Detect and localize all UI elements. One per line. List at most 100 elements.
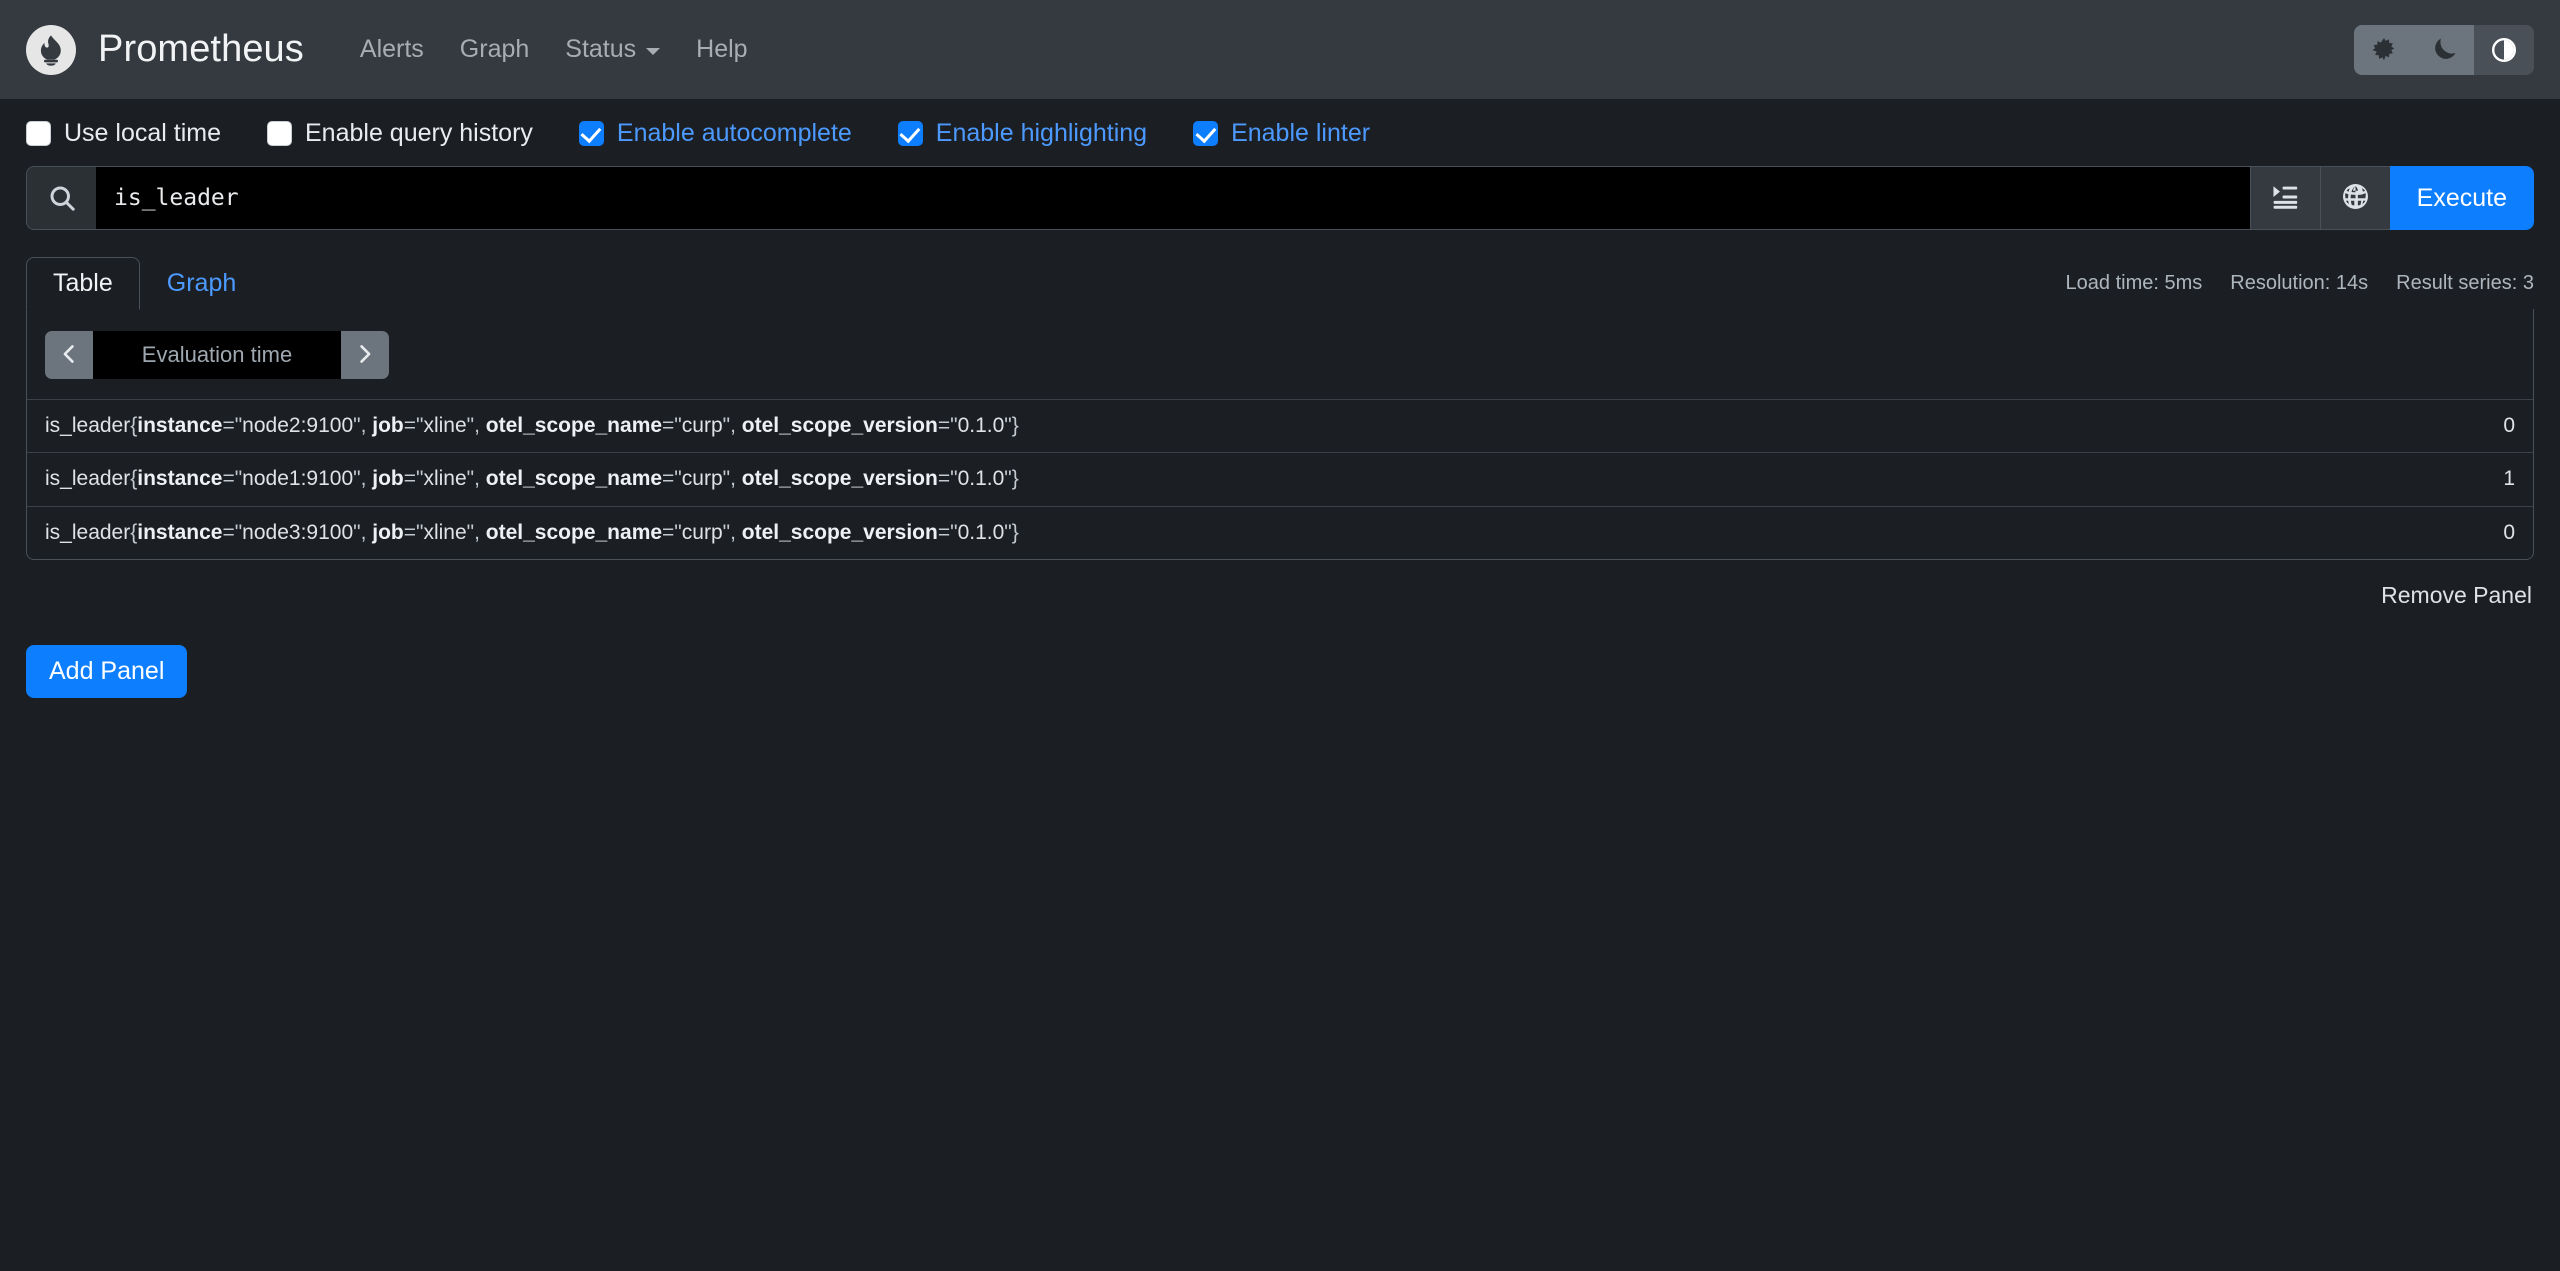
option-use-local-time[interactable]: Use local time xyxy=(26,121,221,146)
panel-inner: is_leader{instance="node2:9100", job="xl… xyxy=(27,309,2533,559)
label-value: xline xyxy=(423,414,467,437)
query-result-panel: is_leader{instance="node2:9100", job="xl… xyxy=(26,309,2534,560)
query-input-group: Execute xyxy=(26,166,2534,230)
option-enable-autocomplete[interactable]: Enable autocomplete xyxy=(578,119,852,147)
stat-resolution: Resolution: 14s xyxy=(2230,272,2369,294)
stat-load-time: Load time: 5ms xyxy=(2065,272,2203,294)
auto-theme-button[interactable] xyxy=(2474,24,2534,75)
result-value: 0 xyxy=(2413,505,2533,559)
option-enable-linter-label: Enable linter xyxy=(1231,119,1371,147)
label-name: job xyxy=(372,414,404,437)
nav-item-alerts: Alerts xyxy=(342,27,442,72)
brand-title: Prometheus xyxy=(98,28,304,70)
metric-name: is_leader xyxy=(45,414,131,437)
nav-links: Alerts Graph Status Help xyxy=(342,27,766,72)
label-value: xline xyxy=(423,520,467,544)
label-name: job xyxy=(372,467,404,491)
metric-name: is_leader xyxy=(45,520,131,544)
label-value: xline xyxy=(423,467,467,491)
nav-item-status: Status xyxy=(547,27,678,72)
option-enable-query-history-label: Enable query history xyxy=(305,119,533,147)
query-expression-input[interactable] xyxy=(96,166,2250,230)
query-options-row: Use local time Enable query history Enab… xyxy=(26,99,2534,166)
label-name: instance xyxy=(137,520,223,544)
label-name: instance xyxy=(137,467,223,491)
label-value: curp xyxy=(681,467,723,491)
moon-icon xyxy=(2432,37,2456,62)
result-tab-bar: Table Graph Load time: 5ms Resolution: 1… xyxy=(26,252,2534,310)
main-navbar: Prometheus Alerts Graph Status Help xyxy=(0,0,2560,99)
format-expression-button[interactable] xyxy=(2249,166,2320,230)
option-enable-highlighting[interactable]: Enable highlighting xyxy=(897,119,1148,147)
checkbox-enable-highlighting[interactable] xyxy=(897,121,923,146)
globe-icon xyxy=(2342,183,2369,213)
result-table: is_leader{instance="node2:9100", job="xl… xyxy=(27,398,2533,559)
result-value: 1 xyxy=(2413,452,2533,506)
dark-theme-button[interactable] xyxy=(2414,24,2474,75)
nav-link-status[interactable]: Status xyxy=(547,27,678,72)
tab-table[interactable]: Table xyxy=(26,257,140,310)
query-stats: Load time: 5ms Resolution: 14s Result se… xyxy=(2066,272,2534,295)
nav-link-help-label: Help xyxy=(696,35,748,63)
checkbox-enable-autocomplete[interactable] xyxy=(578,121,604,146)
add-panel-row: Add Panel xyxy=(26,613,2534,698)
half-circle-icon xyxy=(2492,37,2516,62)
result-series-label: is_leader{instance="node1:9100", job="xl… xyxy=(27,452,2413,506)
chevron-right-icon xyxy=(354,343,376,368)
evaluation-time-row xyxy=(27,331,2533,399)
chevron-left-icon xyxy=(58,343,80,368)
chevron-down-icon xyxy=(646,48,661,55)
table-row: is_leader{instance="node2:9100", job="xl… xyxy=(27,398,2533,453)
remove-panel-row: Remove Panel xyxy=(26,560,2534,613)
page-content: Use local time Enable query history Enab… xyxy=(0,99,2560,698)
result-series-label: is_leader{instance="node2:9100", job="xl… xyxy=(27,398,2413,453)
nav-link-alerts-label: Alerts xyxy=(359,35,424,63)
search-icon xyxy=(26,166,96,230)
light-theme-button[interactable] xyxy=(2354,24,2414,75)
checkbox-enable-query-history[interactable] xyxy=(267,121,292,146)
label-name: otel_scope_version xyxy=(741,414,938,437)
nav-link-graph-label: Graph xyxy=(459,35,530,63)
metric-name: is_leader xyxy=(45,467,131,491)
result-value: 0 xyxy=(2413,398,2533,453)
label-name: otel_scope_name xyxy=(485,414,663,437)
nav-link-help[interactable]: Help xyxy=(678,27,765,72)
prometheus-torch-logo-icon xyxy=(26,24,76,75)
checkbox-use-local-time[interactable] xyxy=(26,121,51,146)
evaluation-time-input[interactable] xyxy=(93,331,341,379)
result-series-label: is_leader{instance="node3:9100", job="xl… xyxy=(27,505,2413,559)
evaluation-time-next-button[interactable] xyxy=(341,331,389,379)
label-value: curp xyxy=(681,414,723,437)
brand-home-link[interactable]: Prometheus xyxy=(26,24,304,75)
nav-link-alerts[interactable]: Alerts xyxy=(342,27,442,72)
label-name: instance xyxy=(137,414,223,437)
stat-result-series: Result series: 3 xyxy=(2396,272,2534,294)
tab-graph[interactable]: Graph xyxy=(140,257,263,310)
option-enable-query-history[interactable]: Enable query history xyxy=(267,121,533,146)
add-panel-button[interactable]: Add Panel xyxy=(26,644,188,698)
nav-link-status-label: Status xyxy=(565,35,637,63)
label-name: job xyxy=(372,520,404,544)
table-row: is_leader{instance="node1:9100", job="xl… xyxy=(27,452,2533,506)
nav-link-graph[interactable]: Graph xyxy=(442,27,547,72)
option-enable-highlighting-label: Enable highlighting xyxy=(935,119,1148,147)
evaluation-time-group xyxy=(45,331,389,379)
execute-button[interactable]: Execute xyxy=(2389,166,2534,230)
result-table-body: is_leader{instance="node2:9100", job="xl… xyxy=(27,398,2533,559)
remove-panel-button[interactable]: Remove Panel xyxy=(2379,578,2534,613)
label-value: node1:9100 xyxy=(242,467,354,491)
label-name: otel_scope_version xyxy=(741,520,938,544)
option-enable-linter[interactable]: Enable linter xyxy=(1193,121,1370,146)
nav-item-graph: Graph xyxy=(442,27,547,72)
option-use-local-time-label: Use local time xyxy=(64,119,221,147)
evaluation-time-prev-button[interactable] xyxy=(45,331,93,379)
label-name: otel_scope_name xyxy=(485,467,663,491)
checkbox-enable-linter[interactable] xyxy=(1193,121,1219,146)
option-enable-autocomplete-label: Enable autocomplete xyxy=(616,119,852,147)
sun-icon xyxy=(2372,37,2396,62)
label-name: otel_scope_version xyxy=(741,467,938,491)
label-value: 0.1.0 xyxy=(957,414,1005,437)
label-value: node3:9100 xyxy=(242,520,354,544)
metrics-explorer-button[interactable] xyxy=(2319,166,2390,230)
label-name: otel_scope_name xyxy=(485,520,663,544)
